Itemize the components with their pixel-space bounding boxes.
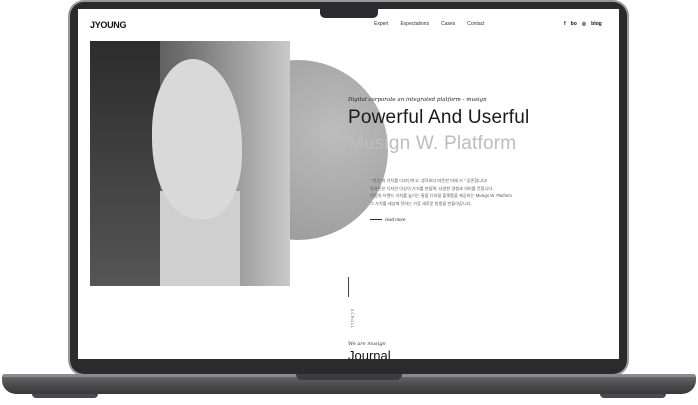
facebook-icon[interactable]: f — [564, 21, 566, 27]
hero-body-text: " 인간 의 가치를 디자인하고, 생각보다 따뜻한 미래 가 " 공존합니다!… — [370, 177, 560, 207]
hero-body-line: 기업의 브랜드 가치를 높이는 통합 디지털 플랫폼을 제공하는 Musign … — [370, 193, 512, 199]
read-more-label: read more — [385, 217, 406, 222]
portrait-hair — [90, 41, 160, 286]
laptop-thumb-cutout — [296, 374, 402, 380]
hero-title-line2: Musign W. Platform — [348, 133, 517, 154]
hero-title-line1: Powerful And Userful — [348, 107, 530, 128]
main-nav: Expert Expectations Cases Contact — [374, 21, 485, 27]
hero-body-line: 그 가치를 세상에 전하는 가장 새로운 방법을 만들어갑니다. — [370, 200, 472, 206]
hero-body-line: 뮤사인은 디자인 이상의 가치를 만들며, 다양한 경험과 의미를 전합니다. — [370, 185, 494, 191]
journal-subtitle: We are musign — [348, 341, 386, 347]
scroll-indicator-line — [348, 277, 349, 297]
nav-item-contact[interactable]: Contact — [467, 21, 484, 27]
camera-notch — [320, 7, 378, 18]
laptop-screen: JYOUNG Expert Expectations Cases Contact… — [78, 9, 619, 359]
instagram-icon[interactable]: ◎ — [582, 21, 586, 27]
blog-naver-icon[interactable]: bo — [571, 21, 577, 27]
hero-portrait-image — [90, 41, 290, 286]
portrait-face — [152, 59, 242, 219]
social-links: f bo ◎ blog — [564, 21, 602, 27]
hero-body-line: " 인간 의 가치를 디자인하고, 생각보다 따뜻한 미래 가 " 공존합니다! — [370, 178, 488, 183]
blog-link[interactable]: blog — [591, 21, 602, 27]
read-more-link[interactable]: read more — [370, 217, 406, 222]
nav-item-cases[interactable]: Cases — [441, 21, 455, 27]
nav-item-expert[interactable]: Expert — [374, 21, 388, 27]
scroll-indicator-label: SCROLL — [350, 309, 354, 330]
site-logo[interactable]: JYOUNG — [90, 20, 127, 30]
journal-title: Journal — [348, 348, 391, 359]
read-more-line — [370, 219, 382, 220]
hero-tagline: Digital corporate an integrated platform… — [348, 97, 487, 103]
nav-item-expectations[interactable]: Expectations — [400, 21, 429, 27]
